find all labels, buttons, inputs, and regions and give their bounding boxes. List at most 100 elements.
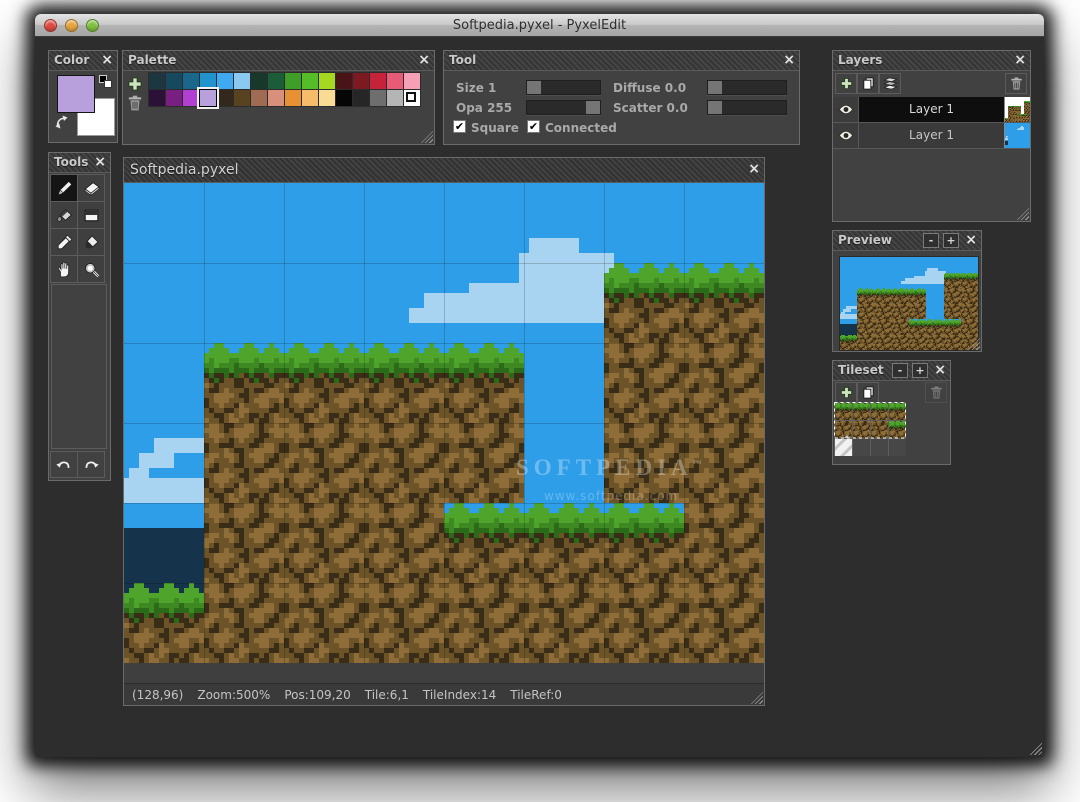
palette-swatch[interactable] — [318, 72, 336, 90]
delete-layer-icon[interactable] — [1005, 73, 1027, 94]
add-color-icon[interactable] — [126, 75, 144, 93]
delete-color-icon[interactable] — [126, 94, 144, 112]
slider-track[interactable] — [707, 80, 787, 95]
slider-track[interactable] — [526, 100, 601, 115]
slider-handle[interactable] — [708, 101, 722, 114]
delete-tile-icon[interactable] — [925, 382, 947, 403]
drawing-canvas[interactable] — [124, 183, 764, 663]
palette-panel-title: Palette — [128, 53, 177, 67]
layers-panel-header[interactable]: Layers × — [833, 51, 1030, 71]
eyedropper-tool-button[interactable] — [50, 228, 78, 256]
palette-swatch[interactable] — [335, 72, 353, 90]
default-colors-icon[interactable] — [99, 75, 112, 88]
watermark-url: www.softpedia.com — [544, 489, 679, 503]
brush-tool-button[interactable] — [77, 228, 105, 256]
palette-swatch[interactable] — [182, 72, 200, 90]
slider-handle[interactable] — [708, 81, 722, 94]
resize-grip[interactable] — [1017, 208, 1029, 220]
close-icon[interactable]: × — [101, 52, 113, 69]
fill-bucket-tool-button[interactable] — [50, 201, 78, 229]
close-icon[interactable]: × — [418, 52, 430, 69]
checkbox-connected[interactable]: ✔ — [527, 120, 540, 133]
foreground-color-swatch[interactable] — [57, 75, 95, 113]
resize-grip[interactable] — [421, 131, 433, 143]
palette-swatch[interactable] — [369, 89, 387, 107]
tileset-grid[interactable] — [834, 402, 906, 456]
layer-visibility-eye-icon[interactable] — [833, 123, 859, 148]
close-icon[interactable]: × — [748, 161, 760, 178]
magnifier-tool-button[interactable] — [77, 255, 105, 283]
tile-stamp-tool-button[interactable] — [77, 201, 105, 229]
palette-swatch[interactable] — [284, 89, 302, 107]
close-icon[interactable]: × — [94, 154, 106, 171]
zoom-in-button[interactable]: + — [912, 363, 928, 378]
add-tile-icon[interactable] — [835, 382, 857, 403]
palette-swatch[interactable] — [386, 72, 404, 90]
palette-swatch[interactable] — [165, 72, 183, 90]
slider-handle[interactable] — [527, 81, 541, 94]
palette-swatch[interactable] — [182, 89, 200, 107]
tileset-panel-header[interactable]: Tileset - + × — [833, 361, 950, 381]
layer-thumbnail[interactable] — [1004, 123, 1030, 148]
palette-swatch[interactable] — [352, 72, 370, 90]
close-icon[interactable]: × — [934, 362, 946, 379]
tool-panel-header[interactable]: Tool × — [444, 51, 799, 71]
layer-row[interactable]: Layer 1 — [833, 123, 1030, 149]
palette-swatch[interactable] — [233, 89, 251, 107]
palette-swatch[interactable] — [148, 89, 166, 107]
palette-swatch[interactable] — [250, 89, 268, 107]
palette-swatch[interactable] — [301, 72, 319, 90]
palette-swatch[interactable] — [267, 72, 285, 90]
color-panel-header[interactable]: Color × — [49, 51, 117, 71]
titlebar[interactable]: Softpedia.pyxel - PyxelEdit — [35, 14, 1044, 37]
window-resize-grip[interactable] — [1028, 741, 1042, 755]
checkbox-square[interactable]: ✔ — [453, 120, 466, 133]
close-icon[interactable]: × — [1014, 52, 1026, 69]
palette-swatch[interactable] — [335, 89, 353, 107]
layer-name[interactable]: Layer 1 — [859, 97, 1004, 122]
document-titlebar[interactable]: Softpedia.pyxel × — [124, 158, 764, 183]
undo-button[interactable] — [50, 451, 78, 478]
palette-swatch[interactable] — [148, 72, 166, 90]
zoom-in-button[interactable]: + — [943, 233, 959, 248]
layer-name[interactable]: Layer 1 — [859, 123, 1004, 148]
palette-swatch[interactable] — [216, 89, 234, 107]
zoom-out-button[interactable]: - — [892, 363, 908, 378]
palette-swatch[interactable] — [216, 72, 234, 90]
duplicate-tile-icon[interactable] — [857, 382, 879, 403]
palette-swatch[interactable] — [284, 72, 302, 90]
merge-layer-icon[interactable] — [879, 73, 901, 94]
hand-tool-button[interactable] — [50, 255, 78, 283]
palette-swatch[interactable] — [403, 72, 421, 90]
palette-swatch[interactable] — [352, 89, 370, 107]
close-icon[interactable]: × — [965, 232, 977, 249]
slider-handle[interactable] — [586, 101, 600, 114]
palette-swatch[interactable] — [233, 72, 251, 90]
slider-track[interactable] — [526, 80, 601, 95]
pencil-tool-button[interactable] — [50, 174, 78, 202]
slider-track[interactable] — [707, 100, 787, 115]
redo-button[interactable] — [77, 451, 105, 478]
eraser-tool-button[interactable] — [77, 174, 105, 202]
tools-panel-header[interactable]: Tools × — [49, 153, 110, 173]
palette-swatch[interactable] — [369, 72, 387, 90]
preview-panel-header[interactable]: Preview - + × — [833, 231, 981, 251]
palette-swatch[interactable] — [165, 89, 183, 107]
palette-swatch[interactable] — [403, 89, 421, 107]
layer-visibility-eye-icon[interactable] — [833, 97, 859, 122]
zoom-out-button[interactable]: - — [923, 233, 939, 248]
duplicate-layer-icon[interactable] — [857, 73, 879, 94]
palette-panel-header[interactable]: Palette × — [123, 51, 434, 71]
layer-row[interactable]: Layer 1 — [833, 97, 1030, 123]
palette-swatch[interactable] — [386, 89, 404, 107]
palette-swatch[interactable] — [250, 72, 268, 90]
palette-swatch[interactable] — [197, 87, 219, 109]
swap-colors-icon[interactable] — [53, 113, 71, 131]
palette-swatch[interactable] — [301, 89, 319, 107]
add-layer-icon[interactable] — [835, 73, 857, 94]
close-icon[interactable]: × — [783, 52, 795, 69]
palette-swatch[interactable] — [199, 72, 217, 90]
palette-swatch[interactable] — [267, 89, 285, 107]
layer-thumbnail[interactable] — [1004, 97, 1030, 122]
palette-swatch[interactable] — [318, 89, 336, 107]
